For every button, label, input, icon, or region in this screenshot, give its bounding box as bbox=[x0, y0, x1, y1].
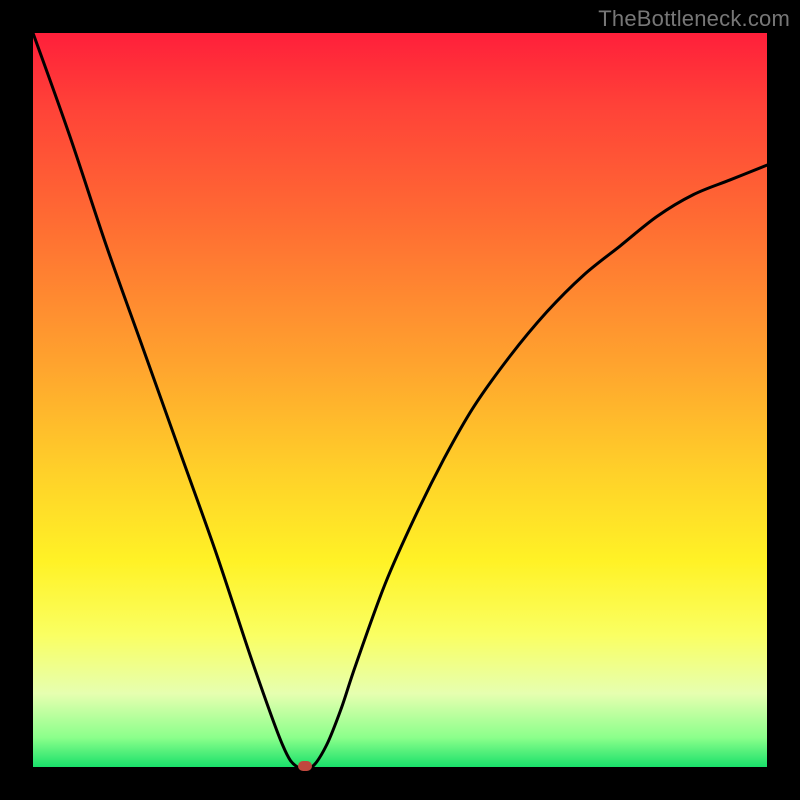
optimal-point-marker bbox=[298, 761, 312, 771]
chart-frame: TheBottleneck.com bbox=[0, 0, 800, 800]
curve-svg bbox=[33, 33, 767, 767]
bottleneck-curve bbox=[33, 33, 767, 770]
plot-area bbox=[33, 33, 767, 767]
watermark-text: TheBottleneck.com bbox=[598, 6, 790, 32]
